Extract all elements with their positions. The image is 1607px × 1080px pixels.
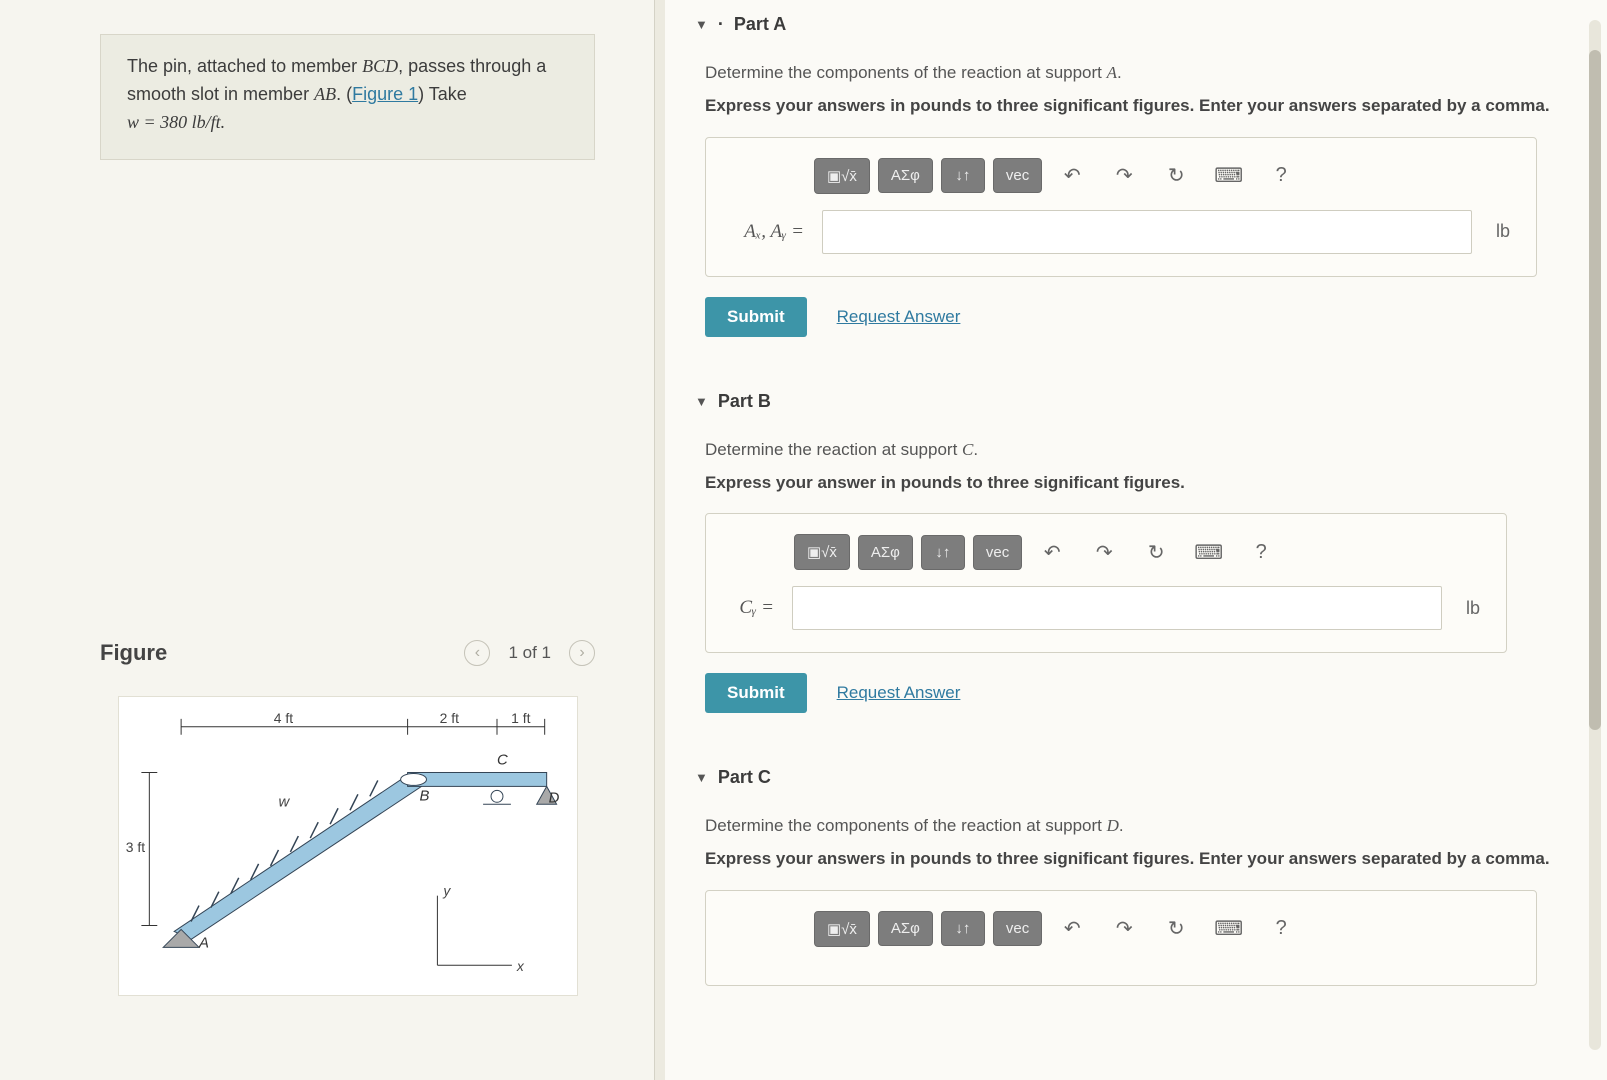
part-c-title: Part C (718, 767, 771, 788)
label-B: B (419, 788, 429, 804)
part-a-title: Part A (734, 14, 786, 35)
part-c-prompt: Determine the components of the reaction… (705, 816, 1567, 836)
var-bcd: BCD (362, 56, 398, 76)
part-b-header[interactable]: ▼ Part B (695, 377, 1567, 426)
greek-button[interactable]: ΑΣφ (878, 911, 933, 946)
answer-box-c: ▣√x̄ ΑΣφ ↓↑ vec ↶ ↷ ↻ ⌨ ? (705, 890, 1537, 986)
keyboard-button[interactable]: ⌨ (1186, 536, 1231, 569)
figure-prev-button[interactable]: ‹ (464, 640, 490, 666)
part-b-prompt: Determine the reaction at support C. (705, 440, 1567, 460)
figure-pager: 1 of 1 (508, 643, 551, 663)
part-a-header[interactable]: ▼ · Part A (695, 0, 1567, 49)
part-a-instructions: Express your answers in pounds to three … (705, 93, 1567, 119)
part-title: · (718, 14, 724, 35)
redo-button[interactable]: ↷ (1102, 912, 1146, 945)
undo-button[interactable]: ↶ (1050, 159, 1094, 192)
greek-button[interactable]: ΑΣφ (878, 158, 933, 193)
axis-y: y (442, 882, 451, 898)
problem-statement: The pin, attached to member BCD, passes … (100, 34, 595, 160)
vec-button[interactable]: vec (993, 911, 1042, 946)
answer-variable-label: Aₓ, Aᵧ = (724, 221, 804, 243)
label-C: C (497, 752, 508, 768)
reset-button[interactable]: ↻ (1134, 536, 1178, 569)
figure-next-button[interactable]: › (569, 640, 595, 666)
answer-box-a: ▣√x̄ ΑΣφ ↓↑ vec ↶ ↷ ↻ ⌨ ? Aₓ, Aᵧ = lb (705, 137, 1537, 277)
redo-button[interactable]: ↷ (1102, 159, 1146, 192)
request-answer-link-b[interactable]: Request Answer (837, 683, 961, 703)
part-b-title: Part B (718, 391, 771, 412)
answer-input-a[interactable] (822, 210, 1472, 254)
subsup-button[interactable]: ↓↑ (941, 158, 985, 193)
problem-text: The pin, attached to member (127, 56, 362, 76)
var-w: w = 380 lb/ft. (127, 112, 225, 132)
templates-button[interactable]: ▣√x̄ (814, 158, 870, 194)
chevron-down-icon: ▼ (695, 394, 708, 409)
answer-variable-label: Cᵧ = (724, 597, 774, 619)
chevron-down-icon: ▼ (695, 17, 708, 32)
submit-button-b[interactable]: Submit (705, 673, 807, 713)
axis-x: x (515, 958, 524, 974)
vec-button[interactable]: vec (993, 158, 1042, 193)
keyboard-button[interactable]: ⌨ (1206, 912, 1251, 945)
math-toolbar: ▣√x̄ ΑΣφ ↓↑ vec ↶ ↷ ↻ ⌨ ? (794, 534, 1480, 570)
subsup-button[interactable]: ↓↑ (941, 911, 985, 946)
chevron-down-icon: ▼ (695, 770, 708, 785)
unit-label: lb (1466, 598, 1480, 619)
dim-1ft: 1 ft (511, 709, 530, 725)
reset-button[interactable]: ↻ (1154, 159, 1198, 192)
submit-button-a[interactable]: Submit (705, 297, 807, 337)
keyboard-button[interactable]: ⌨ (1206, 159, 1251, 192)
figure-link[interactable]: Figure 1 (352, 84, 418, 104)
undo-button[interactable]: ↶ (1050, 912, 1094, 945)
math-toolbar: ▣√x̄ ΑΣφ ↓↑ vec ↶ ↷ ↻ ⌨ ? (814, 911, 1510, 947)
part-a-prompt: Determine the components of the reaction… (705, 63, 1567, 83)
answer-input-b[interactable] (792, 586, 1442, 630)
math-toolbar: ▣√x̄ ΑΣφ ↓↑ vec ↶ ↷ ↻ ⌨ ? (814, 158, 1510, 194)
figure-image: 4 ft 2 ft 1 ft 3 ft (118, 696, 578, 996)
templates-button[interactable]: ▣√x̄ (794, 534, 850, 570)
problem-text: ) Take (418, 84, 467, 104)
help-button[interactable]: ? (1259, 160, 1303, 191)
subsup-button[interactable]: ↓↑ (921, 535, 965, 570)
unit-label: lb (1496, 221, 1510, 242)
help-button[interactable]: ? (1239, 537, 1283, 568)
part-b-instructions: Express your answer in pounds to three s… (705, 470, 1567, 496)
var-ab: AB (314, 84, 336, 104)
label-A: A (198, 935, 209, 951)
vec-button[interactable]: vec (973, 535, 1022, 570)
part-c-header[interactable]: ▼ Part C (695, 753, 1567, 802)
answer-box-b: ▣√x̄ ΑΣφ ↓↑ vec ↶ ↷ ↻ ⌨ ? Cᵧ = lb (705, 513, 1507, 653)
scrollbar[interactable] (1587, 20, 1603, 1050)
reset-button[interactable]: ↻ (1154, 912, 1198, 945)
request-answer-link-a[interactable]: Request Answer (837, 307, 961, 327)
dim-2ft: 2 ft (439, 709, 458, 725)
label-D: D (548, 790, 559, 806)
undo-button[interactable]: ↶ (1030, 536, 1074, 569)
problem-text: . ( (336, 84, 352, 104)
redo-button[interactable]: ↷ (1082, 536, 1126, 569)
templates-button[interactable]: ▣√x̄ (814, 911, 870, 947)
help-button[interactable]: ? (1259, 913, 1303, 944)
greek-button[interactable]: ΑΣφ (858, 535, 913, 570)
dim-4ft: 4 ft (273, 709, 292, 725)
dim-3ft: 3 ft (125, 839, 144, 855)
label-w: w (278, 794, 290, 810)
part-c-instructions: Express your answers in pounds to three … (705, 846, 1567, 872)
figure-title: Figure (100, 640, 167, 666)
scrollbar-thumb[interactable] (1589, 50, 1601, 730)
